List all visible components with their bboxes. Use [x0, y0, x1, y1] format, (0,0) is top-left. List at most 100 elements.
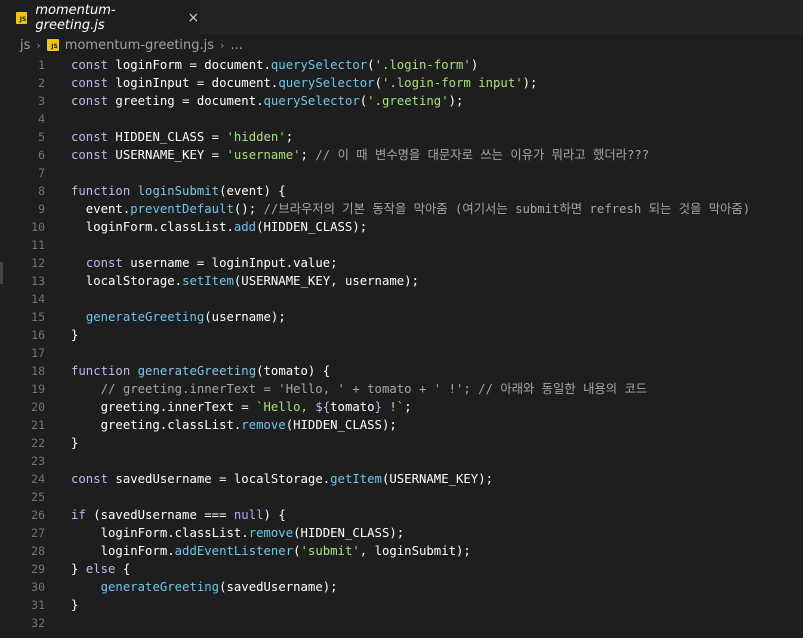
code-text: if (savedUsername === null) {: [71, 506, 286, 524]
line-number: 9: [38, 202, 45, 216]
code-token: null: [233, 508, 264, 522]
code-line[interactable]: 14: [0, 290, 803, 308]
code-token: generateGreeting: [85, 310, 205, 324]
code-line[interactable]: 16}: [0, 326, 803, 344]
breadcrumb-folder[interactable]: js: [20, 38, 30, 53]
code-line[interactable]: 19 // greeting.innerText = 'Hello, ' + t…: [0, 380, 803, 398]
code-line[interactable]: 28 loginForm.addEventListener('submit', …: [0, 542, 803, 560]
tab-title: momentum-greeting.js: [35, 2, 116, 33]
code-token: (: [293, 544, 301, 558]
code-token: tomato: [330, 400, 375, 414]
code-line[interactable]: 6 const USERNAME_KEY = 'username'; // 이 때…: [0, 146, 803, 164]
code-token: (HIDDEN_CLASS);: [293, 526, 405, 540]
code-token: remove: [248, 526, 294, 540]
line-number: 18: [31, 364, 45, 378]
code-token: loginForm.classList.: [71, 220, 234, 234]
code-line[interactable]: 24 const savedUsername = localStorage.get…: [0, 470, 803, 488]
code-line[interactable]: 11: [0, 236, 803, 254]
code-line[interactable]: 30 generateGreeting(savedUsername);: [0, 578, 803, 596]
javascript-file-icon: JS: [16, 11, 28, 24]
code-token: (savedUsername);: [219, 580, 338, 594]
code-line[interactable]: 13 localStorage.setItem(USERNAME_KEY, us…: [0, 272, 803, 290]
code-token: querySelector: [270, 58, 368, 72]
breadcrumb-file[interactable]: momentum-greeting.js: [65, 38, 214, 53]
code-line[interactable]: 15 generateGreeting(username);: [0, 308, 803, 326]
line-number: 25: [31, 490, 45, 504]
line-number: 3: [38, 94, 45, 108]
line-number: 6: [38, 148, 45, 162]
code-text: generateGreeting(username);: [71, 308, 286, 326]
code-line[interactable]: 21 greeting.classList.remove(HIDDEN_CLAS…: [0, 416, 803, 434]
code-token: }: [71, 328, 79, 342]
code-editor[interactable]: 1 const loginForm = document.querySelecto…: [0, 54, 803, 638]
line-number: 32: [31, 616, 45, 630]
line-number: 12: [31, 256, 45, 270]
line-number: 5: [38, 130, 45, 144]
code-line[interactable]: 27 loginForm.classList.remove(HIDDEN_CLA…: [0, 524, 803, 542]
code-line[interactable]: 32: [0, 614, 803, 632]
line-number: 30: [31, 580, 45, 594]
code-line[interactable]: 17: [0, 344, 803, 362]
code-token: }: [71, 562, 86, 576]
close-icon[interactable]: ×: [187, 10, 200, 26]
code-line[interactable]: 22}: [0, 434, 803, 452]
code-token: (tomato) {: [256, 364, 331, 378]
breadcrumb-more[interactable]: ...: [230, 38, 242, 53]
code-token: function: [71, 364, 131, 378]
code-line[interactable]: 2 const loginInput = document.querySelect…: [0, 74, 803, 92]
code-token: addEventListener: [174, 544, 294, 558]
tab-bar: JS momentum-greeting.js ×: [0, 0, 803, 34]
code-text: } else {: [71, 560, 130, 578]
code-line[interactable]: 18 function generateGreeting(tomato) {: [0, 362, 803, 380]
code-text: function loginSubmit(event) {: [71, 182, 286, 200]
chevron-right-icon: ›: [220, 38, 225, 52]
code-line[interactable]: 31}: [0, 596, 803, 614]
code-line[interactable]: 20 greeting.innerText = `Hello, ${tomato…: [0, 398, 803, 416]
code-token: (savedUsername ===: [85, 508, 234, 522]
code-text: greeting.innerText = `Hello, ${tomato} !…: [71, 398, 412, 416]
code-token: {: [115, 562, 131, 576]
code-token: const: [71, 76, 109, 90]
code-line[interactable]: 12 const username = loginInput.value;: [0, 254, 803, 272]
code-token: username = loginInput.value;: [122, 256, 338, 270]
code-line[interactable]: 5 const HIDDEN_CLASS = 'hidden';: [0, 128, 803, 146]
code-token: generateGreeting: [137, 364, 257, 378]
code-line[interactable]: 1 const loginForm = document.querySelecto…: [0, 56, 803, 74]
code-line[interactable]: 8 function loginSubmit(event) {: [0, 182, 803, 200]
code-token: const: [71, 148, 109, 162]
code-token: add: [233, 220, 257, 234]
line-number: 28: [31, 544, 45, 558]
code-token: ): [470, 58, 479, 72]
code-line[interactable]: 25: [0, 488, 803, 506]
code-line[interactable]: 10 loginForm.classList.add(HIDDEN_CLASS)…: [0, 218, 803, 236]
code-text: const USERNAME_KEY = 'username'; // 이 때 …: [71, 146, 649, 164]
code-line[interactable]: 4: [0, 110, 803, 128]
code-token: remove: [241, 418, 286, 432]
code-text: const greeting = document.querySelector(…: [71, 92, 463, 110]
code-token: ) {: [263, 508, 286, 522]
line-number: 14: [31, 292, 45, 306]
code-token: 'submit': [300, 544, 360, 558]
code-line[interactable]: 7: [0, 164, 803, 182]
code-token: }: [374, 400, 382, 414]
code-text: localStorage.setItem(USERNAME_KEY, usern…: [71, 272, 419, 290]
line-number: 29: [31, 562, 45, 576]
code-token: );: [448, 94, 464, 108]
editor-tab-momentum-greeting[interactable]: JS momentum-greeting.js ×: [0, 0, 200, 34]
code-token: // greeting.innerText = 'Hello, ' + toma…: [71, 382, 648, 396]
code-token: !`: [381, 400, 405, 414]
code-line[interactable]: 9 event.preventDefault(); //브라우저의 기본 동작을…: [0, 200, 803, 218]
code-line[interactable]: 23: [0, 452, 803, 470]
code-token: (: [367, 58, 375, 72]
line-number: 16: [31, 328, 45, 342]
code-token: setItem: [182, 274, 234, 288]
code-line[interactable]: 26 if (savedUsername === null) {: [0, 506, 803, 524]
code-token: const: [85, 256, 123, 270]
code-token: greeting.innerText =: [71, 400, 257, 414]
code-line[interactable]: 29 } else {: [0, 560, 803, 578]
code-text: // greeting.innerText = 'Hello, ' + toma…: [71, 380, 647, 398]
code-line[interactable]: 3 const greeting = document.querySelector…: [0, 92, 803, 110]
